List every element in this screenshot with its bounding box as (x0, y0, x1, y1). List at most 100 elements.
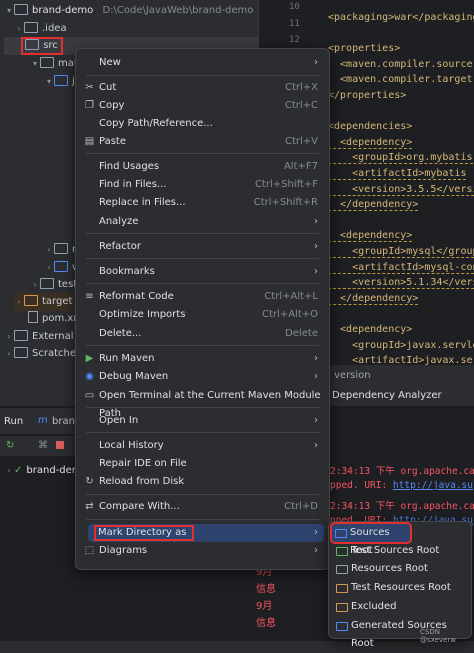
menu-item-mark-directory-as[interactable]: Mark Directory as › (88, 524, 324, 542)
tree-item-idea[interactable]: › .idea (14, 20, 67, 38)
chevron-right-icon[interactable]: › (44, 259, 54, 277)
submenu-item-test-sources-root[interactable]: Test Sources Root (333, 542, 467, 560)
tree-item-external-libraries[interactable]: › External L (4, 328, 82, 346)
menu-item-replace-in-files[interactable]: Replace in Files... Ctrl+Shift+R (81, 194, 324, 212)
code-line[interactable]: <groupId>mysql</group (328, 246, 474, 258)
tree-root-row[interactable]: ▾ brand-demo D:\Code\JavaWeb\brand-demo (4, 2, 253, 20)
rerun-icon[interactable]: ↻ (6, 440, 14, 451)
tree-item-test[interactable]: › test (30, 276, 77, 294)
menu-item-copy-path-reference[interactable]: Copy Path/Reference... (81, 115, 324, 133)
code-line[interactable]: </dependency> (328, 199, 419, 212)
code-line[interactable]: <dependencies> (328, 121, 412, 132)
submenu-item-test-resources-root[interactable]: Test Resources Root (333, 579, 467, 597)
chevron-right-icon[interactable]: › (4, 345, 14, 363)
menu-item-label: Analyze (99, 216, 139, 227)
console-link[interactable]: http://java.su (393, 480, 473, 491)
folder-icon (54, 260, 68, 272)
line-number: 12 (289, 35, 300, 45)
submenu-item-resources-root[interactable]: Resources Root (333, 560, 467, 578)
code-line[interactable]: <artifactId>javax.ser (328, 355, 474, 365)
menu-item-debug-maven[interactable]: ◉ Debug Maven › (81, 368, 324, 386)
menu-item-label: Reformat Code (99, 291, 174, 302)
menu-item-run-maven[interactable]: ▶ Run Maven › (81, 350, 324, 368)
menu-separator (86, 283, 319, 284)
menu-item-new[interactable]: New › (81, 54, 324, 72)
code-line[interactable]: <packaging>war</packaging (328, 12, 474, 23)
menu-item-cut[interactable]: ✂ Cut Ctrl+X (81, 79, 324, 97)
editor-breadcrumb[interactable]: version (330, 368, 474, 384)
code-line[interactable]: <artifactId>mysql-con (328, 262, 474, 274)
chevron-down-icon[interactable]: ▾ (44, 73, 54, 91)
tree-item-label: pom.xn (42, 313, 80, 324)
code-line[interactable]: <dependency> (328, 230, 413, 243)
code-line[interactable]: <version>3.5.5</versi (328, 184, 474, 196)
code-line[interactable]: <groupId>org.mybatis (328, 152, 473, 165)
maven-run-icon: ▶ (85, 353, 94, 364)
menu-item-open-terminal-at-the-current-maven-module-path[interactable]: ▭ Open Terminal at the Current Maven Modu… (81, 387, 324, 419)
menu-item-paste[interactable]: ▤ Paste Ctrl+V (81, 133, 324, 151)
submenu-item-sources-root[interactable]: Sources Root (330, 522, 412, 556)
code-line[interactable]: <version>5.1.34</vers (328, 277, 474, 290)
code-line[interactable]: </properties> (328, 90, 406, 101)
menu-item-label: Cut (99, 82, 117, 93)
menu-item-find-usages[interactable]: Find Usages Alt+F7 (81, 158, 324, 176)
chevron-right-icon[interactable]: › (4, 462, 14, 480)
code-line[interactable]: <maven.compiler.source (328, 59, 472, 70)
chevron-right-icon[interactable]: › (14, 20, 24, 38)
tree-item-java[interactable]: ▾ j (44, 73, 75, 91)
code-line[interactable]: <properties> (328, 43, 400, 54)
code-line[interactable]: <artifactId>mybatis (328, 168, 467, 180)
reload-icon: ↻ (85, 476, 94, 487)
code-line[interactable]: <dependency> (328, 137, 413, 149)
submenu-item-excluded[interactable]: Excluded (333, 598, 467, 616)
scissors-icon: ✂ (85, 82, 94, 93)
tree-item-scratches[interactable]: › Scratches (4, 345, 81, 363)
menu-item-bookmarks[interactable]: Bookmarks › (81, 263, 324, 281)
chevron-right-icon: › (314, 216, 318, 227)
menu-item-label: Find Usages (99, 161, 160, 172)
run-config-tab[interactable]: bran (52, 416, 75, 427)
code-line[interactable]: <groupId>javax.servle (328, 340, 474, 351)
menu-item-find-in-files[interactable]: Find in Files... Ctrl+Shift+F (81, 176, 324, 194)
menu-item-optimize-imports[interactable]: Optimize Imports Ctrl+Alt+O (81, 306, 324, 324)
menu-item-local-history[interactable]: Local History › (81, 437, 324, 455)
menu-item-compare-with[interactable]: ⇄ Compare With... Ctrl+D (81, 498, 324, 516)
menu-item-label: Copy (99, 100, 125, 111)
chevron-right-icon[interactable]: › (44, 241, 54, 259)
code-editor[interactable]: <packaging>war</packaging <properties> <m… (318, 0, 474, 365)
folder-icon (336, 622, 348, 631)
tree-item-main[interactable]: ▾ mai (30, 55, 77, 73)
menu-item-shortcut: Ctrl+X (284, 82, 318, 93)
menu-item-reformat-code[interactable]: ≡ Reformat Code Ctrl+Alt+L (81, 288, 324, 306)
tree-item-webapp[interactable]: ›v (44, 259, 78, 277)
chevron-right-icon[interactable]: › (14, 293, 24, 311)
code-line[interactable]: <maven.compiler.target (328, 74, 472, 85)
menu-item-open-in[interactable]: Open In › (81, 412, 324, 430)
chevron-right-icon: › (314, 57, 318, 68)
menu-item-delete[interactable]: Delete... Delete (81, 325, 324, 343)
chevron-right-icon[interactable]: › (4, 328, 14, 346)
context-menu: New › ✂ Cut Ctrl+X ❐ Copy Ctrl+C Copy Path/Refer… (75, 48, 330, 570)
stop-icon[interactable] (56, 441, 64, 449)
tab-dependency-analyzer[interactable]: Dependency Analyzer (328, 386, 474, 406)
chevron-right-icon[interactable]: › (30, 276, 40, 294)
menu-item-repair-ide-on-file[interactable]: Repair IDE on File (81, 455, 324, 473)
chevron-right-icon: › (314, 353, 318, 364)
submenu-item-label: Resources Root (351, 563, 428, 574)
tree-item-pom[interactable]: pom.xn (28, 310, 80, 328)
menu-item-refactor[interactable]: Refactor › (81, 238, 324, 256)
menu-item-label: Delete... (99, 328, 142, 339)
pin-icon[interactable]: ⌘ (38, 440, 48, 451)
menu-item-reload-from-disk[interactable]: ↻ Reload from Disk (81, 473, 324, 491)
chevron-down-icon[interactable]: ▾ (4, 2, 14, 20)
menu-item-copy[interactable]: ❐ Copy Ctrl+C (81, 97, 324, 115)
menu-item-diagrams[interactable]: ⬚ Diagrams › (81, 542, 324, 560)
code-line[interactable]: <dependency> (328, 324, 412, 335)
console-line-frag: 信息 (256, 584, 276, 595)
menu-item-analyze[interactable]: Analyze › (81, 213, 324, 231)
run-tab-label[interactable]: Run (4, 416, 23, 427)
chevron-down-icon[interactable]: ▾ (30, 55, 40, 73)
menu-item-label: Find in Files... (99, 179, 167, 190)
code-line[interactable]: </dependency> (328, 293, 419, 305)
tree-item-resources[interactable]: ›r (44, 241, 76, 259)
